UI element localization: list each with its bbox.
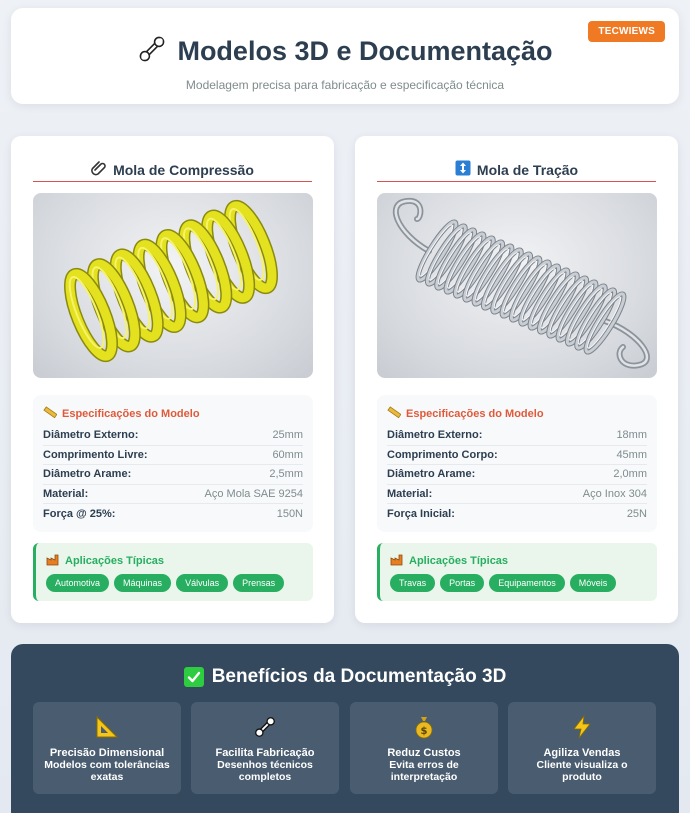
- wrench-icon: [191, 714, 339, 740]
- page-subtitle: Modelagem precisa para fabricação e espe…: [185, 78, 505, 92]
- tag-list: Travas Portas Equipamentos Móveis: [390, 574, 657, 592]
- card-title: Mola de Tração: [377, 158, 656, 182]
- factory-icon: [390, 553, 404, 569]
- specs-title: Especificações do Modelo: [43, 405, 303, 422]
- specs-box: Especificações do Modelo Diâmetro Extern…: [33, 395, 313, 532]
- spec-row: Diâmetro Arame: 2,5mm: [43, 465, 303, 485]
- benefit-precision: Precisão Dimensional Modelos com tolerân…: [33, 702, 181, 794]
- benefit-costs: $ Reduz Custos Evita erros de interpreta…: [350, 702, 498, 794]
- spec-row: Diâmetro Arame: 2,0mm: [387, 465, 647, 485]
- applications-title: Aplicações Típicas: [390, 553, 657, 569]
- card-compression-spring: Mola de Compressão Especificações do Mod…: [11, 136, 334, 623]
- benefit-fabrication: Facilita Fabricação Desenhos técnicos co…: [191, 702, 339, 794]
- applications-box: Aplicações Típicas Travas Portas Equipam…: [377, 543, 657, 601]
- page-title: Modelos 3D e Documentação: [177, 36, 553, 66]
- benefit-sales: Agiliza Vendas Cliente visualiza o produ…: [508, 702, 656, 794]
- spec-row: Comprimento Corpo: 45mm: [387, 446, 647, 465]
- spec-row: Força @ 25%: 150N: [43, 507, 303, 520]
- benefits-panel: Benefícios da Documentação 3D Precisão D…: [11, 644, 679, 813]
- money-bag-icon: $: [350, 714, 498, 740]
- factory-icon: [46, 553, 60, 569]
- spec-row: Comprimento Livre: 60mm: [43, 446, 303, 465]
- applications-title: Aplicações Típicas: [46, 553, 313, 569]
- tag[interactable]: Máquinas: [114, 574, 172, 592]
- ruler-icon: [387, 405, 402, 422]
- wrench-icon: [137, 34, 167, 69]
- tag-list: Automotiva Máquinas Válvulas Prensas: [46, 574, 313, 592]
- spec-row: Material: Aço Inox 304: [387, 485, 647, 504]
- spec-row: Força Inicial: 25N: [387, 507, 647, 520]
- title-row: Modelos 3D e Documentação: [11, 34, 679, 69]
- tag[interactable]: Automotiva: [46, 574, 110, 592]
- triangle-ruler-icon: [33, 714, 181, 740]
- header: TECWIEWS Modelos 3D e Documentação Model…: [11, 8, 679, 104]
- card-extension-spring: Mola de Tração Especificações do Modelo …: [355, 136, 678, 623]
- specs-box: Especificações do Modelo Diâmetro Extern…: [377, 395, 657, 532]
- check-icon: [183, 667, 204, 687]
- tag[interactable]: Portas: [440, 574, 485, 592]
- applications-box: Aplicações Típicas Automotiva Máquinas V…: [33, 543, 313, 601]
- yellow-compression-spring: [64, 199, 278, 363]
- ruler-icon: [43, 405, 58, 422]
- specs-title: Especificações do Modelo: [387, 405, 647, 422]
- card-title-text: Mola de Tração: [476, 161, 579, 178]
- spring-image: [33, 193, 313, 378]
- tag[interactable]: Válvulas: [176, 574, 229, 592]
- spec-row: Diâmetro Externo: 25mm: [43, 426, 303, 446]
- spring-image: [377, 193, 657, 378]
- card-title-text: Mola de Compressão: [113, 161, 254, 178]
- spec-row: Diâmetro Externo: 18mm: [387, 426, 647, 446]
- spec-row: Material: Aço Mola SAE 9254: [43, 485, 303, 504]
- benefits-title: Benefícios da Documentação 3D: [11, 666, 679, 688]
- svg-text:$: $: [421, 726, 428, 737]
- tag[interactable]: Prensas: [233, 574, 285, 592]
- tag[interactable]: Móveis: [569, 574, 617, 592]
- card-title: Mola de Compressão: [33, 158, 312, 182]
- paperclip-icon: [91, 160, 107, 179]
- tag[interactable]: Travas: [390, 574, 436, 592]
- steel-extension-spring: [393, 197, 650, 369]
- up-down-arrow-icon: [455, 160, 471, 179]
- lightning-icon: [508, 714, 656, 740]
- tag[interactable]: Equipamentos: [489, 574, 565, 592]
